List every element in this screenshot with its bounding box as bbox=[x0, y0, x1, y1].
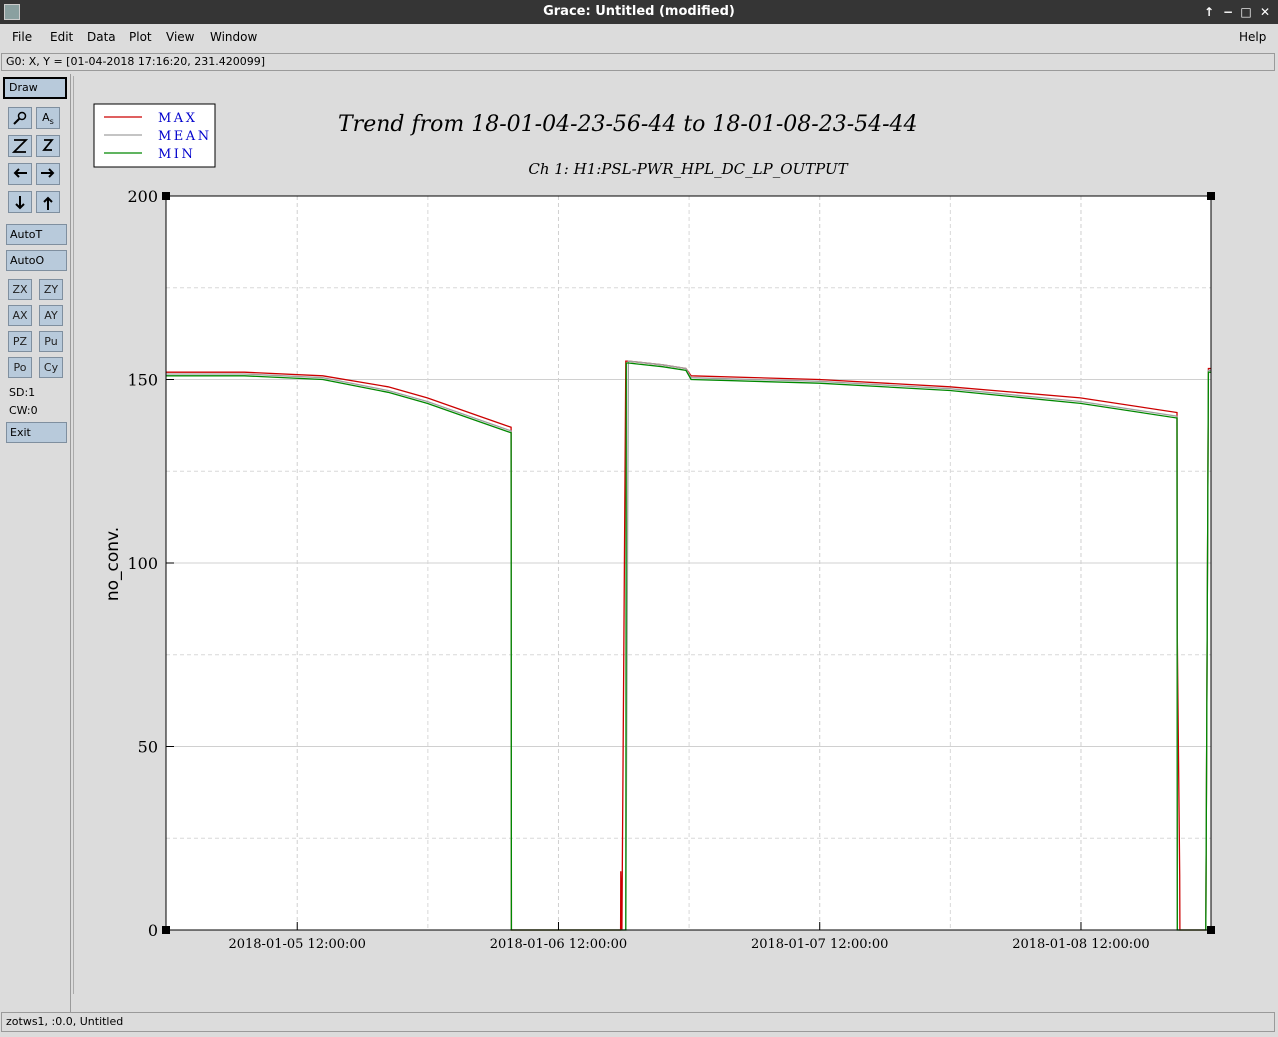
window-titlebar: Grace: Untitled (modified) ↑ − □ ✕ bbox=[0, 0, 1278, 24]
x-tick-label: 2018-01-07 12:00:00 bbox=[751, 937, 888, 952]
menu-help[interactable]: Help bbox=[1239, 30, 1266, 44]
autoO-button[interactable]: AutoO bbox=[6, 250, 67, 271]
zoom-z-icon[interactable] bbox=[36, 135, 60, 157]
frame-handle bbox=[1207, 926, 1215, 934]
frame-handle bbox=[1207, 192, 1215, 200]
chart-title: Trend from 18-01-04-23-56-44 to 18-01-08… bbox=[338, 112, 918, 137]
y-tick-label: 100 bbox=[127, 554, 158, 573]
scroll-right-icon[interactable] bbox=[36, 163, 60, 185]
tool-panel: Draw As AutoT AutoO ZX ZY AX AY PZ Pu Po… bbox=[1, 74, 71, 1012]
window-close-icon[interactable]: ✕ bbox=[1256, 3, 1274, 21]
window-raise-icon[interactable]: ↑ bbox=[1200, 3, 1218, 21]
plot-canvas[interactable]: 0 50 100 150 200 2018-01-05 12:00:00 2018-01-… bbox=[73, 76, 1261, 994]
zoom-icon[interactable] bbox=[8, 107, 32, 129]
zy-button[interactable]: ZY bbox=[39, 279, 63, 300]
legend-label-min: MIN bbox=[158, 147, 195, 162]
chart-svg[interactable]: 0 50 100 150 200 2018-01-05 12:00:00 2018-01-… bbox=[74, 76, 1261, 994]
menu-file[interactable]: File bbox=[12, 30, 32, 44]
chart-subtitle: Ch 1: H1:PSL-PWR_HPL_DC_LP_OUTPUT bbox=[528, 160, 848, 178]
ax-button[interactable]: AX bbox=[8, 305, 32, 326]
locator-readout: G0: X, Y = [01-04-2018 17:16:20, 231.420… bbox=[1, 53, 1275, 71]
x-tick-label: 2018-01-08 12:00:00 bbox=[1012, 937, 1149, 952]
menu-edit[interactable]: Edit bbox=[50, 30, 73, 44]
legend: MAX MEAN MIN bbox=[93, 103, 216, 168]
text-tool-icon[interactable]: As bbox=[36, 107, 60, 129]
y-axis-label: no_conv. bbox=[103, 527, 123, 601]
po-button[interactable]: Po bbox=[8, 357, 32, 378]
pz-button[interactable]: PZ bbox=[8, 331, 32, 352]
grid-lines bbox=[166, 195, 1211, 931]
window-minimize-icon[interactable]: − bbox=[1219, 3, 1237, 21]
y-tick-label: 50 bbox=[138, 738, 158, 757]
menu-plot[interactable]: Plot bbox=[129, 30, 152, 44]
y-tick-label: 0 bbox=[148, 921, 158, 940]
cw-label: CW:0 bbox=[9, 404, 38, 417]
menu-window[interactable]: Window bbox=[210, 30, 257, 44]
menubar: File Edit Data Plot View Window Help bbox=[0, 25, 1278, 49]
ay-button[interactable]: AY bbox=[39, 305, 63, 326]
scroll-down-icon[interactable] bbox=[8, 191, 32, 213]
menu-view[interactable]: View bbox=[166, 30, 194, 44]
draw-button[interactable]: Draw bbox=[3, 77, 67, 99]
y-tick-label: 150 bbox=[127, 371, 158, 390]
window-title: Grace: Untitled (modified) bbox=[543, 4, 735, 19]
exit-button[interactable]: Exit bbox=[6, 422, 67, 443]
scroll-up-icon[interactable] bbox=[36, 191, 60, 213]
legend-label-max: MAX bbox=[158, 111, 197, 126]
scroll-left-icon[interactable] bbox=[8, 163, 32, 185]
status-bar: zotws1, :0.0, Untitled bbox=[1, 1012, 1275, 1032]
zx-button[interactable]: ZX bbox=[8, 279, 32, 300]
y-tick-label: 200 bbox=[127, 187, 158, 206]
menu-data[interactable]: Data bbox=[87, 30, 116, 44]
cy-button[interactable]: Cy bbox=[39, 357, 63, 378]
x-tick-label: 2018-01-06 12:00:00 bbox=[490, 937, 627, 952]
window-maximize-icon[interactable]: □ bbox=[1237, 3, 1255, 21]
autoscale-icon[interactable] bbox=[8, 135, 32, 157]
sd-label: SD:1 bbox=[9, 386, 36, 399]
x-tick-label: 2018-01-05 12:00:00 bbox=[228, 937, 365, 952]
autoT-button[interactable]: AutoT bbox=[6, 224, 67, 245]
legend-label-mean: MEAN bbox=[158, 129, 212, 144]
pu-button[interactable]: Pu bbox=[39, 331, 63, 352]
